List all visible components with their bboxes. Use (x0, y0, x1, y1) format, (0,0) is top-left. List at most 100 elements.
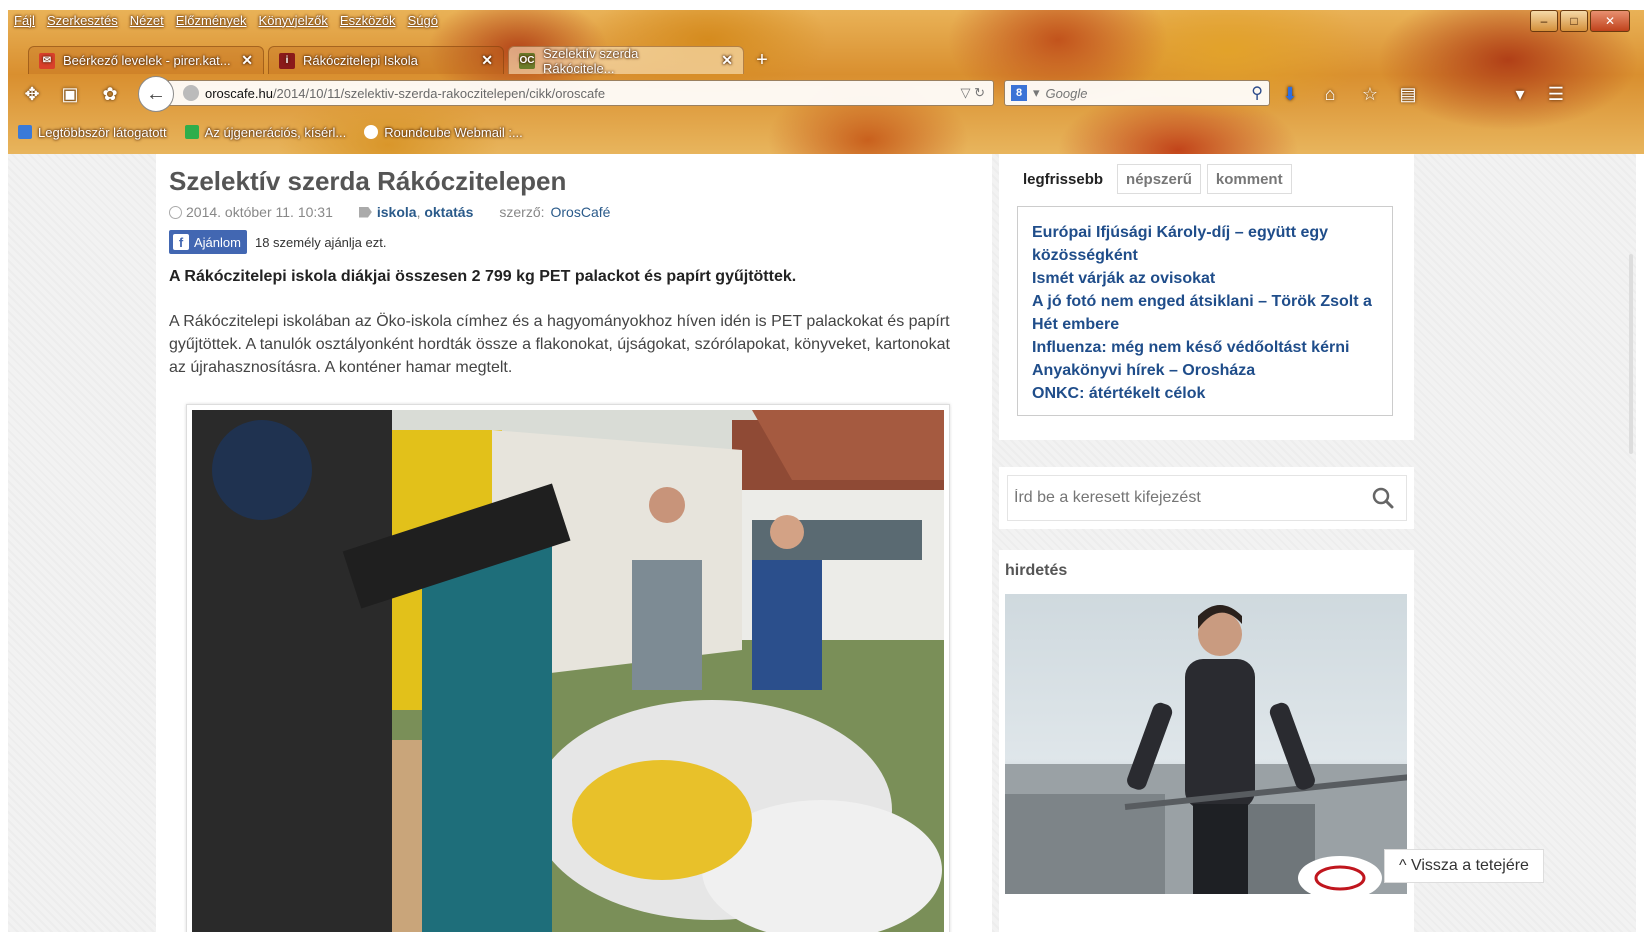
window-icon[interactable]: ▣ (58, 82, 82, 106)
reading-list-icon[interactable]: ▤ (1396, 82, 1420, 106)
tab-label: Rákóczitelepi Iskola (303, 53, 418, 68)
site-search-input[interactable] (1007, 475, 1407, 521)
article-date: 2014. október 11. 10:31 (186, 204, 333, 220)
facebook-button-label: Ajánlom (194, 234, 241, 250)
tag-link-iskola[interactable]: iskola (377, 204, 417, 220)
news-link[interactable]: A jó fotó nem enged átsiklani – Török Zs… (1032, 290, 1378, 336)
tab-popular[interactable]: népszerű (1117, 164, 1201, 194)
author-link[interactable]: OrosCafé (551, 204, 611, 220)
news-link[interactable]: ONKC: átértékelt célok (1032, 382, 1378, 405)
search-engine-icon[interactable]: 8 (1011, 85, 1027, 101)
bookmark-label: Legtöbbször látogatott (38, 124, 167, 140)
bookmark-icon (18, 125, 32, 139)
bookmark-newgen[interactable]: Az újgenerációs, kísérl... (184, 124, 347, 140)
menu-bar: Fájl Szerkesztés Nézet Előzmények Könyvj… (14, 13, 438, 31)
url-domain: oroscafe.hu (205, 85, 273, 101)
menu-bookmarks[interactable]: Könyvjelzők (259, 13, 328, 31)
back-button[interactable]: ← (138, 76, 174, 112)
search-icon[interactable] (1372, 487, 1394, 509)
tab-oroscafe[interactable]: OC Szelektív szerda Rákócitele... ✕ (508, 45, 744, 76)
close-icon[interactable]: ✕ (233, 52, 253, 69)
search-engine-label: Google (1045, 85, 1088, 101)
url-bar[interactable]: oroscafe.hu /2014/10/11/szelektiv-szerda… (168, 80, 994, 106)
tab-mail[interactable]: ✉ Beérkező levelek - pirer.kat... ✕ (28, 46, 264, 74)
tab-label: Szelektív szerda Rákócitele... (542, 45, 639, 76)
kia-advertisement-image[interactable] (1005, 594, 1407, 894)
facebook-like-row: f Ajánlom 18 személy ajánlja ezt. (169, 230, 386, 254)
article: Szelektív szerda Rákóczitelepen 2014. ok… (156, 154, 992, 932)
menu-tools[interactable]: Eszközök (340, 13, 396, 31)
kia-ad-illustration (1005, 605, 1407, 894)
tag-link-oktatas[interactable]: oktatás (424, 204, 473, 220)
hamburger-menu-icon[interactable]: ☰ (1544, 82, 1568, 106)
bookmark-roundcube[interactable]: Roundcube Webmail :... (364, 125, 523, 140)
facebook-recommend-button[interactable]: f Ajánlom (169, 230, 247, 254)
search-bar[interactable]: 8 ▾ Google ⚲ (1004, 80, 1270, 106)
news-link[interactable]: Influenza: még nem késő védőoltást kérni (1032, 336, 1378, 359)
site-search-widget (999, 467, 1414, 529)
bookmark-icon (184, 125, 199, 139)
roundcube-icon (364, 125, 379, 139)
tab-strip: ✉ Beérkező levelek - pirer.kat... ✕ i Rá… (28, 42, 776, 76)
move-icon[interactable]: ✥ (20, 82, 44, 106)
latest-news-widget: legfrissebb népszerű komment Európai Ifj… (999, 154, 1414, 440)
ad-label: hirdetés (1005, 562, 1068, 579)
url-path: /2014/10/11/szelektiv-szerda-rakoczitele… (272, 85, 606, 101)
oc-icon: OC (519, 52, 535, 69)
tab-label: Beérkező levelek - pirer.kat... (63, 53, 231, 68)
article-meta: 2014. október 11. 10:31 iskola, oktatás … (169, 204, 610, 220)
bookmarks-toolbar: Legtöbbször látogatott Az újgenerációs, … (18, 120, 523, 144)
article-photo-frame (186, 404, 950, 932)
menu-help[interactable]: Súgó (408, 13, 438, 31)
window-controls: – □ ✕ (1530, 10, 1630, 32)
close-window-button[interactable]: ✕ (1590, 10, 1630, 32)
clock-icon (169, 205, 182, 219)
download-icon[interactable]: ⬇ (1278, 82, 1302, 106)
search-icon[interactable]: ⚲ (1251, 83, 1263, 103)
menu-dropdown-icon[interactable]: ▾ (1508, 82, 1532, 106)
advertisement-widget: hirdetés (999, 550, 1414, 932)
page-content: Szelektív szerda Rákóczitelepen 2014. ok… (8, 154, 1636, 932)
home-icon[interactable]: ⌂ (1318, 82, 1342, 106)
school-icon: i (279, 52, 295, 69)
news-link[interactable]: Anyakönyvi hírek – Orosháza (1032, 359, 1378, 382)
extension-icon[interactable]: ✿ (98, 82, 122, 106)
close-icon[interactable]: ✕ (473, 52, 493, 69)
close-icon[interactable]: ✕ (713, 52, 733, 69)
bookmark-most-visited[interactable]: Legtöbbször látogatott (18, 125, 167, 140)
news-link[interactable]: Ismét várják az ovisokat (1032, 267, 1378, 290)
article-photo[interactable] (192, 410, 944, 932)
gmail-icon: ✉ (39, 52, 55, 69)
browser-chrome: Fájl Szerkesztés Nézet Előzmények Könyvj… (8, 10, 1644, 154)
author-label: szerző: (499, 204, 545, 220)
maximize-button[interactable]: □ (1560, 10, 1588, 32)
bookmark-label: Roundcube Webmail :... (384, 124, 523, 140)
menu-edit[interactable]: Szerkesztés (47, 13, 118, 31)
back-to-top-button[interactable]: ^ Vissza a tetejére (1384, 849, 1544, 883)
menu-view[interactable]: Nézet (130, 13, 164, 31)
news-list: Európai Ifjúsági Károly-díj – együtt egy… (1017, 206, 1393, 416)
scrollbar[interactable] (1626, 154, 1636, 932)
menu-history[interactable]: Előzmények (176, 13, 247, 31)
recycling-photo (192, 410, 944, 932)
article-title: Szelektív szerda Rákóczitelepen (169, 166, 567, 196)
tag-icon (358, 206, 372, 218)
new-tab-button[interactable]: + (748, 46, 776, 74)
reload-icon[interactable]: ▽ ↻ (960, 85, 985, 101)
menu-file[interactable]: Fájl (14, 13, 35, 31)
facebook-count: 18 személy ajánlja ezt. (254, 234, 387, 250)
tab-school[interactable]: i Rákóczitelepi Iskola ✕ (268, 46, 504, 74)
news-link[interactable]: Európai Ifjúsági Károly-díj – együtt egy… (1032, 221, 1378, 267)
tab-comments[interactable]: komment (1206, 164, 1292, 194)
navigation-bar: ✥ ▣ ✿ oroscafe.hu /2014/10/11/szelektiv-… (8, 74, 1644, 112)
minimize-button[interactable]: – (1530, 10, 1558, 32)
bookmark-label: Az újgenerációs, kísérl... (204, 124, 347, 140)
article-lead: A Rákóczitelepi iskola diákjai összesen … (169, 268, 797, 285)
chevron-down-icon[interactable]: ▾ (1033, 85, 1040, 101)
news-tabs: legfrissebb népszerű komment (1015, 164, 1292, 194)
facebook-icon: f (173, 234, 189, 250)
site-identity-icon[interactable] (183, 85, 199, 101)
scrollbar-thumb[interactable] (1629, 254, 1633, 454)
tab-latest[interactable]: legfrissebb (1015, 164, 1111, 194)
bookmark-star-icon[interactable]: ☆ (1358, 82, 1382, 106)
